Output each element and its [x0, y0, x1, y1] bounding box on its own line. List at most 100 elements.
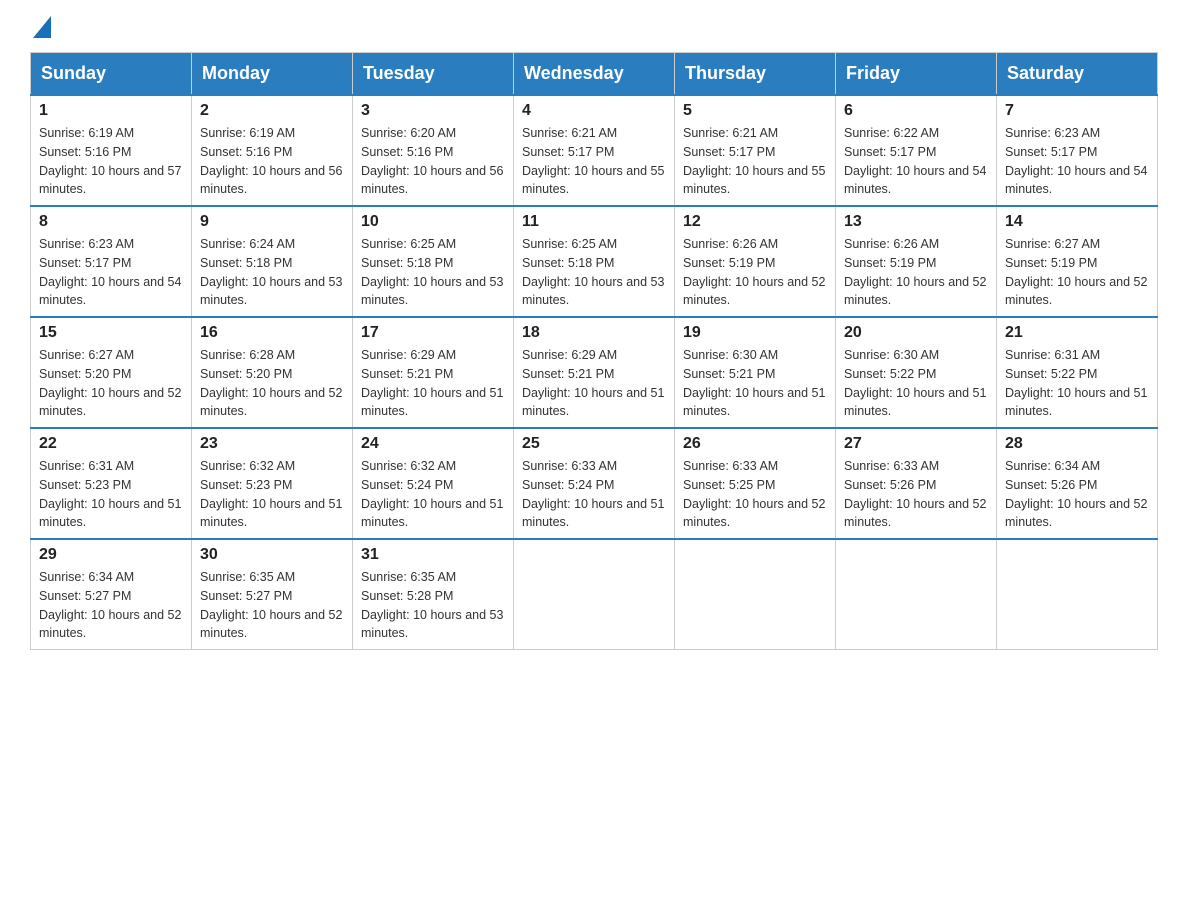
day-number: 28 [1005, 435, 1149, 453]
day-info: Sunrise: 6:30 AMSunset: 5:21 PMDaylight:… [683, 348, 825, 418]
day-cell-10: 10 Sunrise: 6:25 AMSunset: 5:18 PMDaylig… [353, 206, 514, 317]
day-cell-24: 24 Sunrise: 6:32 AMSunset: 5:24 PMDaylig… [353, 428, 514, 539]
day-cell-31: 31 Sunrise: 6:35 AMSunset: 5:28 PMDaylig… [353, 539, 514, 650]
day-cell-16: 16 Sunrise: 6:28 AMSunset: 5:20 PMDaylig… [192, 317, 353, 428]
day-cell-23: 23 Sunrise: 6:32 AMSunset: 5:23 PMDaylig… [192, 428, 353, 539]
day-number: 4 [522, 102, 666, 120]
day-cell-11: 11 Sunrise: 6:25 AMSunset: 5:18 PMDaylig… [514, 206, 675, 317]
day-info: Sunrise: 6:23 AMSunset: 5:17 PMDaylight:… [1005, 126, 1147, 196]
day-cell-7: 7 Sunrise: 6:23 AMSunset: 5:17 PMDayligh… [997, 95, 1158, 206]
week-row-1: 1 Sunrise: 6:19 AMSunset: 5:16 PMDayligh… [31, 95, 1158, 206]
day-cell-20: 20 Sunrise: 6:30 AMSunset: 5:22 PMDaylig… [836, 317, 997, 428]
day-number: 16 [200, 324, 344, 342]
day-cell-6: 6 Sunrise: 6:22 AMSunset: 5:17 PMDayligh… [836, 95, 997, 206]
day-info: Sunrise: 6:23 AMSunset: 5:17 PMDaylight:… [39, 237, 181, 307]
day-info: Sunrise: 6:26 AMSunset: 5:19 PMDaylight:… [683, 237, 825, 307]
day-info: Sunrise: 6:34 AMSunset: 5:26 PMDaylight:… [1005, 459, 1147, 529]
col-header-wednesday: Wednesday [514, 53, 675, 96]
day-info: Sunrise: 6:29 AMSunset: 5:21 PMDaylight:… [522, 348, 664, 418]
week-row-3: 15 Sunrise: 6:27 AMSunset: 5:20 PMDaylig… [31, 317, 1158, 428]
day-number: 15 [39, 324, 183, 342]
day-info: Sunrise: 6:30 AMSunset: 5:22 PMDaylight:… [844, 348, 986, 418]
day-number: 18 [522, 324, 666, 342]
day-cell-25: 25 Sunrise: 6:33 AMSunset: 5:24 PMDaylig… [514, 428, 675, 539]
day-cell-4: 4 Sunrise: 6:21 AMSunset: 5:17 PMDayligh… [514, 95, 675, 206]
day-info: Sunrise: 6:21 AMSunset: 5:17 PMDaylight:… [683, 126, 825, 196]
day-number: 29 [39, 546, 183, 564]
day-cell-21: 21 Sunrise: 6:31 AMSunset: 5:22 PMDaylig… [997, 317, 1158, 428]
calendar-header-row: SundayMondayTuesdayWednesdayThursdayFrid… [31, 53, 1158, 96]
day-info: Sunrise: 6:20 AMSunset: 5:16 PMDaylight:… [361, 126, 503, 196]
day-cell-22: 22 Sunrise: 6:31 AMSunset: 5:23 PMDaylig… [31, 428, 192, 539]
day-number: 24 [361, 435, 505, 453]
page-header [30, 20, 1158, 34]
day-cell-2: 2 Sunrise: 6:19 AMSunset: 5:16 PMDayligh… [192, 95, 353, 206]
day-number: 9 [200, 213, 344, 231]
day-cell-27: 27 Sunrise: 6:33 AMSunset: 5:26 PMDaylig… [836, 428, 997, 539]
day-info: Sunrise: 6:25 AMSunset: 5:18 PMDaylight:… [522, 237, 664, 307]
empty-cell [514, 539, 675, 650]
day-cell-15: 15 Sunrise: 6:27 AMSunset: 5:20 PMDaylig… [31, 317, 192, 428]
day-cell-9: 9 Sunrise: 6:24 AMSunset: 5:18 PMDayligh… [192, 206, 353, 317]
empty-cell [675, 539, 836, 650]
day-info: Sunrise: 6:25 AMSunset: 5:18 PMDaylight:… [361, 237, 503, 307]
day-number: 12 [683, 213, 827, 231]
day-cell-3: 3 Sunrise: 6:20 AMSunset: 5:16 PMDayligh… [353, 95, 514, 206]
day-info: Sunrise: 6:33 AMSunset: 5:25 PMDaylight:… [683, 459, 825, 529]
day-number: 31 [361, 546, 505, 564]
day-cell-14: 14 Sunrise: 6:27 AMSunset: 5:19 PMDaylig… [997, 206, 1158, 317]
day-number: 20 [844, 324, 988, 342]
logo [30, 20, 51, 34]
day-info: Sunrise: 6:35 AMSunset: 5:27 PMDaylight:… [200, 570, 342, 640]
day-info: Sunrise: 6:19 AMSunset: 5:16 PMDaylight:… [200, 126, 342, 196]
day-info: Sunrise: 6:33 AMSunset: 5:26 PMDaylight:… [844, 459, 986, 529]
day-number: 11 [522, 213, 666, 231]
week-row-4: 22 Sunrise: 6:31 AMSunset: 5:23 PMDaylig… [31, 428, 1158, 539]
col-header-saturday: Saturday [997, 53, 1158, 96]
day-number: 25 [522, 435, 666, 453]
day-number: 5 [683, 102, 827, 120]
col-header-monday: Monday [192, 53, 353, 96]
week-row-5: 29 Sunrise: 6:34 AMSunset: 5:27 PMDaylig… [31, 539, 1158, 650]
day-number: 7 [1005, 102, 1149, 120]
day-number: 30 [200, 546, 344, 564]
day-number: 27 [844, 435, 988, 453]
day-info: Sunrise: 6:31 AMSunset: 5:23 PMDaylight:… [39, 459, 181, 529]
day-number: 6 [844, 102, 988, 120]
col-header-tuesday: Tuesday [353, 53, 514, 96]
day-number: 1 [39, 102, 183, 120]
day-number: 13 [844, 213, 988, 231]
day-number: 14 [1005, 213, 1149, 231]
day-cell-1: 1 Sunrise: 6:19 AMSunset: 5:16 PMDayligh… [31, 95, 192, 206]
logo-triangle-icon [33, 16, 51, 38]
day-number: 22 [39, 435, 183, 453]
day-number: 23 [200, 435, 344, 453]
day-cell-30: 30 Sunrise: 6:35 AMSunset: 5:27 PMDaylig… [192, 539, 353, 650]
day-info: Sunrise: 6:32 AMSunset: 5:24 PMDaylight:… [361, 459, 503, 529]
day-info: Sunrise: 6:28 AMSunset: 5:20 PMDaylight:… [200, 348, 342, 418]
day-cell-28: 28 Sunrise: 6:34 AMSunset: 5:26 PMDaylig… [997, 428, 1158, 539]
day-cell-19: 19 Sunrise: 6:30 AMSunset: 5:21 PMDaylig… [675, 317, 836, 428]
day-number: 17 [361, 324, 505, 342]
day-number: 8 [39, 213, 183, 231]
day-info: Sunrise: 6:33 AMSunset: 5:24 PMDaylight:… [522, 459, 664, 529]
day-info: Sunrise: 6:31 AMSunset: 5:22 PMDaylight:… [1005, 348, 1147, 418]
col-header-sunday: Sunday [31, 53, 192, 96]
day-info: Sunrise: 6:22 AMSunset: 5:17 PMDaylight:… [844, 126, 986, 196]
day-cell-18: 18 Sunrise: 6:29 AMSunset: 5:21 PMDaylig… [514, 317, 675, 428]
day-cell-29: 29 Sunrise: 6:34 AMSunset: 5:27 PMDaylig… [31, 539, 192, 650]
day-number: 21 [1005, 324, 1149, 342]
day-number: 2 [200, 102, 344, 120]
day-number: 3 [361, 102, 505, 120]
day-number: 19 [683, 324, 827, 342]
day-cell-13: 13 Sunrise: 6:26 AMSunset: 5:19 PMDaylig… [836, 206, 997, 317]
day-info: Sunrise: 6:35 AMSunset: 5:28 PMDaylight:… [361, 570, 503, 640]
day-info: Sunrise: 6:19 AMSunset: 5:16 PMDaylight:… [39, 126, 181, 196]
day-cell-8: 8 Sunrise: 6:23 AMSunset: 5:17 PMDayligh… [31, 206, 192, 317]
day-info: Sunrise: 6:24 AMSunset: 5:18 PMDaylight:… [200, 237, 342, 307]
day-info: Sunrise: 6:32 AMSunset: 5:23 PMDaylight:… [200, 459, 342, 529]
day-cell-17: 17 Sunrise: 6:29 AMSunset: 5:21 PMDaylig… [353, 317, 514, 428]
col-header-thursday: Thursday [675, 53, 836, 96]
day-cell-12: 12 Sunrise: 6:26 AMSunset: 5:19 PMDaylig… [675, 206, 836, 317]
day-number: 26 [683, 435, 827, 453]
